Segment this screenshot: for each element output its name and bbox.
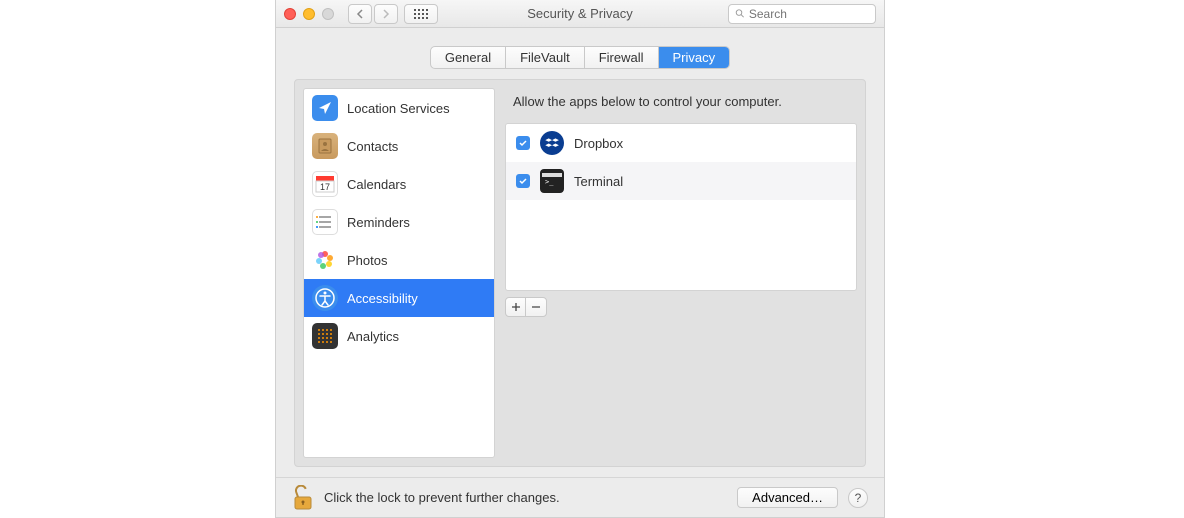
tab-row: General FileVault Firewall Privacy (276, 28, 884, 79)
app-label: Terminal (574, 174, 623, 189)
checkbox-dropbox[interactable] (516, 136, 530, 150)
minus-icon (531, 302, 541, 312)
sidebar-item-accessibility[interactable]: Accessibility (304, 279, 494, 317)
reminders-icon (312, 209, 338, 235)
preferences-window: Security & Privacy General FileVault Fir… (275, 0, 885, 518)
analytics-grid-icon (312, 323, 338, 349)
accessibility-panel: Allow the apps below to control your com… (505, 88, 857, 458)
photos-flower-icon (312, 247, 338, 273)
tab-group: General FileVault Firewall Privacy (430, 46, 730, 69)
sidebar-item-label: Analytics (347, 329, 399, 344)
terminal-icon: >_ (540, 169, 564, 193)
tab-filevault[interactable]: FileVault (506, 47, 585, 68)
sidebar-item-analytics[interactable]: Analytics (304, 317, 494, 355)
sidebar-item-contacts[interactable]: Contacts (304, 127, 494, 165)
svg-text:>_: >_ (545, 178, 554, 186)
dropbox-icon (540, 131, 564, 155)
app-label: Dropbox (574, 136, 623, 151)
content-area: Location Services Contacts 17 Calendars (276, 79, 884, 477)
nav-buttons (348, 4, 398, 24)
sidebar-item-photos[interactable]: Photos (304, 241, 494, 279)
sidebar-item-label: Contacts (347, 139, 398, 154)
app-row-terminal[interactable]: >_ Terminal (506, 162, 856, 200)
footer: Click the lock to prevent further change… (276, 477, 884, 517)
tab-privacy[interactable]: Privacy (659, 47, 730, 68)
accessibility-icon (312, 285, 338, 311)
sidebar-item-reminders[interactable]: Reminders (304, 203, 494, 241)
search-input[interactable] (749, 7, 869, 21)
add-remove-buttons (505, 297, 547, 317)
sidebar-item-label: Accessibility (347, 291, 418, 306)
zoom-window-button[interactable] (322, 8, 334, 20)
check-icon (518, 138, 528, 148)
show-all-prefs-button[interactable] (404, 4, 438, 24)
sidebar-item-calendars[interactable]: 17 Calendars (304, 165, 494, 203)
back-button[interactable] (348, 4, 372, 24)
tab-firewall[interactable]: Firewall (585, 47, 659, 68)
close-window-button[interactable] (284, 8, 296, 20)
lock-button[interactable] (292, 485, 314, 511)
search-icon (735, 8, 745, 19)
location-arrow-icon (312, 95, 338, 121)
privacy-content: Location Services Contacts 17 Calendars (294, 79, 866, 467)
checkbox-terminal[interactable] (516, 174, 530, 188)
traffic-lights (284, 8, 334, 20)
chevron-right-icon (382, 9, 390, 19)
titlebar: Security & Privacy (276, 0, 884, 28)
sidebar-item-label: Photos (347, 253, 387, 268)
plus-icon (511, 302, 521, 312)
sidebar-item-label: Reminders (347, 215, 410, 230)
minimize-window-button[interactable] (303, 8, 315, 20)
calendar-icon: 17 (312, 171, 338, 197)
lock-text: Click the lock to prevent further change… (324, 490, 560, 505)
add-app-button[interactable] (506, 298, 526, 316)
question-mark-icon: ? (855, 491, 862, 505)
forward-button[interactable] (374, 4, 398, 24)
remove-app-button[interactable] (526, 298, 546, 316)
sidebar-item-label: Calendars (347, 177, 406, 192)
check-icon (518, 176, 528, 186)
sidebar-item-location[interactable]: Location Services (304, 89, 494, 127)
unlocked-lock-icon (292, 485, 314, 511)
chevron-left-icon (356, 9, 364, 19)
advanced-button[interactable]: Advanced… (737, 487, 838, 508)
panel-prompt: Allow the apps below to control your com… (505, 88, 857, 123)
contacts-book-icon (312, 133, 338, 159)
privacy-sidebar: Location Services Contacts 17 Calendars (303, 88, 495, 458)
grid-icon (414, 9, 428, 19)
app-row-dropbox[interactable]: Dropbox (506, 124, 856, 162)
svg-text:17: 17 (320, 182, 330, 192)
sidebar-item-label: Location Services (347, 101, 450, 116)
tab-general[interactable]: General (431, 47, 506, 68)
search-field[interactable] (728, 4, 876, 24)
allowed-apps-list[interactable]: Dropbox >_ Terminal (505, 123, 857, 291)
help-button[interactable]: ? (848, 488, 868, 508)
